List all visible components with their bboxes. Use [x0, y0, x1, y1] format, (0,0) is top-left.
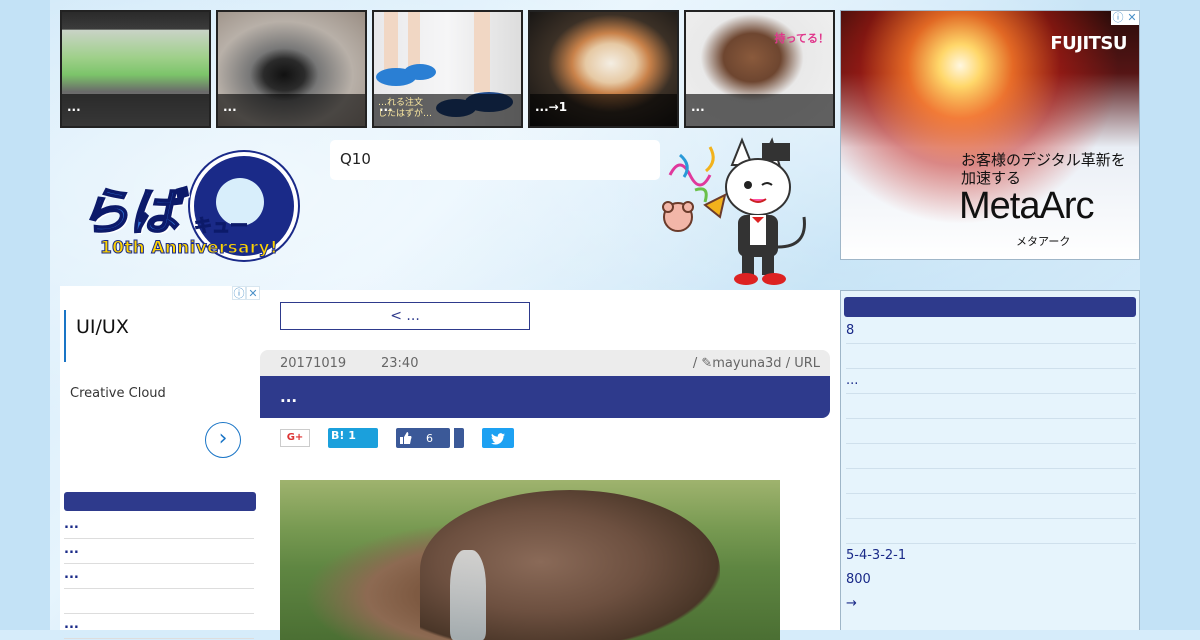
thumbnail-caption: ... [218, 94, 365, 126]
list-item[interactable] [846, 394, 1136, 419]
list-item[interactable]: 5-4-3-2-1 [846, 544, 1136, 568]
logo-anniversary-text: 10th Anniversary! [100, 238, 279, 259]
article-image [280, 480, 780, 640]
site-logo[interactable]: らば キュー 10th Anniversary! [79, 150, 305, 270]
list-item[interactable] [846, 444, 1136, 469]
list-item[interactable]: → [846, 592, 1136, 616]
right-margin [1140, 0, 1200, 630]
list-item[interactable]: 8 [846, 319, 1136, 344]
article-author[interactable]: / ✎mayuna3d / URL [693, 356, 820, 371]
mascot-illustration [662, 137, 806, 285]
thumbnail-caption: ... [686, 94, 833, 126]
sidebar-ad[interactable]: UI/UX [64, 310, 246, 362]
sidebar-ad-title: UI/UX [76, 316, 129, 338]
facebook-share-button[interactable] [454, 428, 464, 448]
right-sidebar: 8 ... 5-4-3-2-1 800 → [840, 290, 1140, 630]
list-item[interactable] [846, 519, 1136, 544]
ad-info-icon[interactable]: ⓘ [232, 286, 246, 300]
ad-product-name: MetaArc [959, 185, 1094, 227]
sidebar-list: ... ... ... ... [64, 514, 254, 639]
thumbnail-card[interactable]: ... [216, 10, 367, 128]
thumbnail-row: ... ... ... …れる注文 したはずが… ...→1 持ってる！ ... [60, 10, 835, 128]
sidebar-ad-text: Creative Cloud [70, 386, 166, 401]
previous-article-button[interactable]: < ... [280, 302, 530, 330]
thumbnail-caption: ...→1 [530, 94, 677, 126]
logo-main-text: らば [79, 182, 181, 242]
ad-close-icon[interactable]: ✕ [246, 286, 260, 300]
list-item[interactable] [846, 344, 1136, 369]
hatena-bookmark-button[interactable]: B! 1 [328, 428, 378, 448]
list-item[interactable]: ... [64, 614, 254, 639]
ad-info-icon[interactable]: ⓘ [1111, 11, 1125, 25]
list-item[interactable]: ... [846, 369, 1136, 394]
left-sidebar: ⓘ ✕ UI/UX Creative Cloud › ... ... ... .… [60, 286, 260, 639]
list-item[interactable]: ... [64, 564, 254, 589]
google-plus-button[interactable]: G+ [280, 429, 310, 447]
logo-kyu-text: キュー [194, 216, 249, 238]
share-buttons: G+ B! 1 6 [280, 428, 514, 448]
ad-controls: ⓘ ✕ [1111, 11, 1139, 25]
water-splash [450, 550, 486, 640]
list-item[interactable] [846, 494, 1136, 519]
thumbnail-overlay-text: …れる注文 したはずが… [378, 98, 433, 119]
thumbnail-card[interactable]: ... [60, 10, 211, 128]
facebook-like-count: 6 [426, 431, 433, 445]
twitter-bird-icon [491, 432, 505, 445]
left-margin [0, 0, 50, 630]
list-item[interactable] [64, 589, 254, 614]
ad-product-kana: メタアーク [1016, 235, 1071, 248]
ad-controls: ⓘ ✕ [232, 286, 260, 300]
thumbnail-caption: ... [62, 94, 209, 126]
article-time: 23:40 [381, 356, 419, 371]
search-input[interactable]: Q10 [330, 140, 660, 180]
ad-tagline-line1: お客様のデジタル革新を [961, 151, 1126, 169]
twitter-button[interactable] [482, 428, 514, 448]
sidebar-section-header [64, 492, 256, 511]
ad-brand: FUJITSU [1050, 33, 1127, 54]
list-item[interactable] [846, 469, 1136, 494]
thumbnail-card[interactable]: ... …れる注文 したはずが… [372, 10, 523, 128]
thumbnail-card[interactable]: 持ってる！ ... [684, 10, 835, 128]
facebook-like-button[interactable]: 6 [396, 428, 450, 448]
list-item[interactable] [846, 419, 1136, 444]
list-item[interactable]: ... [64, 514, 254, 539]
article-date: 20171019 [280, 356, 347, 371]
list-item[interactable]: ... [64, 539, 254, 564]
article-main: < ... 20171019 23:40 / ✎mayuna3d / URL .… [260, 290, 840, 640]
banner-ad[interactable]: ⓘ ✕ FUJITSU お客様のデジタル革新を 加速する MetaArc メタア… [840, 10, 1140, 260]
article-meta-bar: 20171019 23:40 / ✎mayuna3d / URL [260, 350, 830, 376]
list-item[interactable]: 800 [846, 568, 1136, 592]
thumbnail-card[interactable]: ...→1 [528, 10, 679, 128]
sidebar-section-header [844, 297, 1136, 317]
chevron-right-icon[interactable]: › [205, 422, 241, 458]
ad-close-icon[interactable]: ✕ [1125, 11, 1139, 25]
ad-tagline: お客様のデジタル革新を 加速する [961, 151, 1126, 187]
article-title: ... [260, 376, 830, 418]
sidebar-list: 8 ... 5-4-3-2-1 800 → [846, 319, 1136, 616]
thumbs-up-icon [400, 432, 412, 444]
thumbnail-overlay-text: 持ってる！ [774, 32, 829, 45]
